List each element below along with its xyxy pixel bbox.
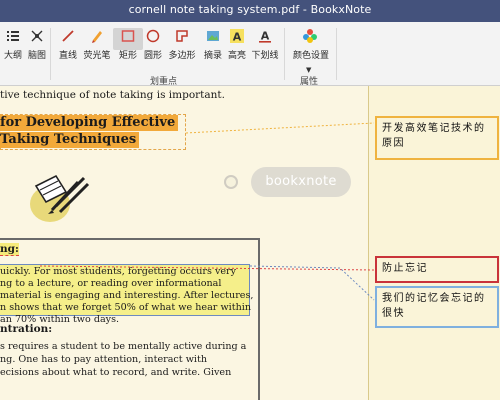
color-palette-icon (293, 28, 327, 50)
tool-label: 颜色设置 (293, 51, 330, 61)
highlight-a-icon: A (222, 28, 252, 50)
circle-tool-button[interactable]: 圆形 (138, 26, 168, 70)
tool-label: 多边形 (168, 51, 196, 61)
ribbon-separator (336, 28, 337, 80)
heading-highlight-line-2[interactable]: Taking Techniques (0, 132, 140, 148)
pencils-illustration (26, 166, 96, 228)
chevron-down-icon[interactable]: ▼ (306, 66, 311, 74)
tool-label: 高亮 (227, 51, 246, 61)
ribbon-separator (50, 28, 51, 80)
color-settings-button[interactable]: 颜色设置 (293, 26, 330, 70)
section-heading: ntration: (0, 323, 53, 335)
highlighter-button[interactable]: 荧光笔 (82, 26, 112, 70)
polygon-tool-button[interactable]: 多边形 (167, 26, 197, 70)
mindmap-connector-dot[interactable] (224, 175, 238, 189)
polygon-tool-icon (167, 28, 197, 50)
tool-label: 脑图 (27, 51, 46, 61)
note-card[interactable]: 我们的记忆会忘记的很快 (375, 286, 499, 328)
svg-text:A: A (261, 30, 270, 43)
note-card[interactable]: 开发高效笔记技术的原因 (375, 116, 499, 160)
tool-label: 下划线 (251, 51, 279, 61)
ribbon-separator (284, 28, 285, 80)
notes-panel: 开发高效笔记技术的原因 防止忘记 我们的记忆会忘记的很快 (368, 86, 500, 400)
svg-text:A: A (233, 31, 242, 44)
mindmap-icon (22, 28, 52, 50)
tool-label: 圆形 (143, 51, 162, 61)
section-heading[interactable]: ng: (0, 243, 19, 256)
underline-button[interactable]: A 下划线 (250, 26, 280, 70)
text-line: ecisions about what to record, and write… (0, 367, 232, 378)
title-bar: cornell note taking system.pdf - BookxNo… (0, 0, 500, 22)
tool-label: 直线 (58, 51, 77, 61)
heading-highlight-line-1[interactable]: for Developing Effective (0, 115, 179, 131)
tool-label: 荧光笔 (83, 51, 111, 61)
line-tool-icon (53, 28, 83, 50)
pdf-page[interactable]: tive technique of note taking is importa… (0, 86, 368, 400)
highlight-button[interactable]: A 高亮 (222, 26, 252, 70)
line-tool-button[interactable]: 直线 (53, 26, 83, 70)
ribbon-toolbar: 大纲 脑图 直线 荧光笔 矩形 圆形 多边形 摘录 A 高亮 A 下划线 颜色设… (0, 22, 500, 87)
window-title: cornell note taking system.pdf - BookxNo… (128, 3, 372, 16)
text-line: ng. One has to pay attention, interact w… (0, 354, 208, 365)
mindmap-button[interactable]: 脑图 (22, 26, 52, 70)
text-line: s requires a student to be mentally acti… (0, 341, 247, 352)
text-line: tive technique of note taking is importa… (0, 89, 225, 101)
highlighter-icon (82, 28, 112, 50)
mindmap-node[interactable]: bookxnote (251, 167, 351, 197)
note-card[interactable]: 防止忘记 (375, 256, 499, 283)
underline-a-icon: A (250, 28, 280, 50)
circle-tool-icon (138, 28, 168, 50)
